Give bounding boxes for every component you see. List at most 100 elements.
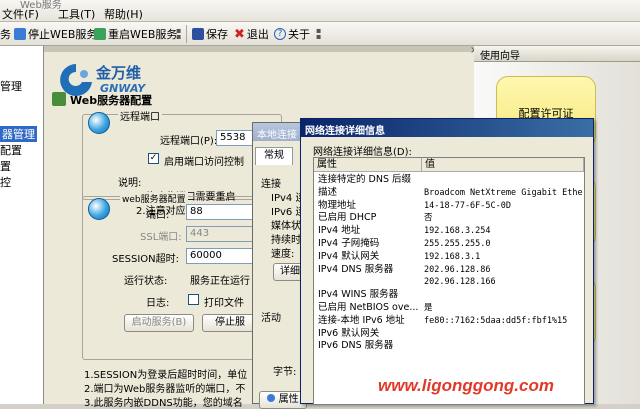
ssl-port-input[interactable]: 443 [186,226,256,242]
conn-row-media: 媒体状 [271,221,301,232]
tree-item-manage[interactable]: 管理 [0,78,22,94]
column-header-property[interactable]: 属性 [314,158,422,172]
conn-row-duration: 持续时 [271,235,301,246]
tree-item-settings[interactable]: 置 [0,158,11,174]
print-file-label: 打印文件 [204,298,244,309]
watermark-text: www.ligonggong.com [378,376,554,395]
stop-icon [14,28,26,40]
log-label: 日志: [146,298,170,309]
start-service-button[interactable]: 启动服务(B) [124,314,194,332]
details-row[interactable]: IPv4 地址 192.168.3.254 [314,225,584,237]
details-row-property: IPv6 DNS 服务器 [318,340,394,352]
footnote-1: 1.SESSION为登录后超时时间，单位 [84,370,248,381]
tree-item-config[interactable]: 配置 [0,142,22,158]
remote-section-label: 远程端口 [118,108,162,123]
details-row[interactable]: IPv6 DNS 服务器 [314,340,584,352]
session-timeout-label: SESSION超时: [112,254,180,265]
menu-help[interactable]: 帮助(H) [104,6,143,22]
details-row[interactable]: 连接特定的 DNS 后缀 [314,174,584,186]
details-row-property: IPv6 默认网关 [318,327,380,339]
details-row-property: 连接-本地 IPv6 地址 [318,314,405,326]
details-row[interactable]: IPv4 子网掩码 255.255.255.0 [314,238,584,250]
details-row-property: IPv4 子网掩码 [318,238,380,249]
details-row-property: IPv4 默认网关 [318,250,380,262]
enable-port-control-label: 启用端口访问控制 [164,157,244,168]
tree-item-server-manage[interactable]: 器管理 [0,126,37,142]
details-row-property: IPv4 WINS 服务器 [318,289,399,301]
stop-web-label: 停止WEB服务 [28,28,98,41]
globe-icon-2 [88,198,110,220]
details-row-value: 否 [424,213,433,224]
remote-port-label: 远程端口(P): [160,136,218,147]
details-row[interactable]: 已启用 DHCP 否 [314,212,584,224]
left-nav-tree: 管理 器管理 配置 置 控 [0,46,44,404]
details-row[interactable]: 202.96.128.166 [314,276,584,288]
web-config-title: Web服务器配置 [70,94,153,107]
details-row[interactable]: IPv4 DNS 服务器 202.96.128.86 [314,264,584,276]
about-button[interactable]: ? 关于 [274,26,310,42]
web-section-label: web服务器配置 [120,192,188,205]
run-status-value: 服务正在运行 [190,276,250,287]
about-label: 关于 [288,28,310,41]
toolbar-grip-2[interactable]: ▪ ▪ [316,27,322,42]
menu-tools[interactable]: 工具(T) [58,6,95,22]
connection-section-label: 连接 [261,179,281,190]
properties-label: 属性 [278,394,299,405]
details-row-property: 描述 [318,186,338,198]
exit-label: 退出 [246,28,269,41]
details-row[interactable]: 描述 Broadcom NetXtreme Gigabit Ethern [314,187,584,199]
network-details-title: 网络连接详细信息 [301,119,593,137]
details-row[interactable]: 连接-本地 IPv6 地址 fe80::7162:5daa:dd5f:fbf1%1… [314,315,584,327]
stop-service-button[interactable]: 停止服 [202,314,258,332]
guide-panel-title: 使用向导 [480,51,520,62]
restart-web-button[interactable]: 重启WEB服务 [94,26,177,42]
bytes-label: 字节: [273,367,297,378]
details-row[interactable]: 已启用 NetBIOS ove... 是 [314,302,584,314]
details-row-value: Broadcom NetXtreme Gigabit Ethern [424,187,585,198]
globe-icon [88,112,110,134]
save-button[interactable]: 保存 [192,26,228,42]
details-row-value: 14-18-77-6F-5C-0D [424,200,511,211]
port-input[interactable]: 88 [186,204,256,220]
details-row[interactable]: IPv4 默认网关 192.168.3.1 [314,251,584,263]
exit-icon: ✖ [234,26,245,42]
remote-port-input[interactable]: 5538 [216,130,256,146]
toolbar-separator [186,25,187,43]
toolbar-grip[interactable]: ▪ ▪ [176,27,182,42]
details-row-property: 物理地址 [318,199,357,211]
details-row-value: 255.255.255.0 [424,239,491,249]
config-icon [52,92,66,106]
panel-tab-strip [44,46,474,52]
print-file-checkbox[interactable] [188,294,199,305]
exit-button[interactable]: ✖ 退出 [234,26,269,42]
footnote-2: 2.端口为Web服务器监听的端口，不 [84,384,246,395]
details-row[interactable]: 物理地址 14-18-77-6F-5C-0D [314,200,584,212]
run-status-label: 运行状态: [124,276,168,287]
toolbar: 务 停止WEB服务 重启WEB服务 ▪ ▪ 保存 ✖ 退出 ? 关于 ▪ ▪ [0,22,640,46]
details-row-property: 已启用 DHCP [318,212,377,224]
tree-item-control[interactable]: 控 [0,174,11,190]
network-details-list[interactable]: 属性 值 连接特定的 DNS 后缀 描述 Broadcom NetXtreme Gi… [313,157,585,405]
guide-panel-header: 使用向导 [474,46,640,62]
session-timeout-input[interactable]: 60000 [186,248,256,264]
stop-web-button[interactable]: 停止WEB服务 [14,26,97,42]
logo-cn: 金万维 [96,64,142,82]
ssl-port-label: SSL端口: [140,232,182,243]
restart-web-label: 重启WEB服务 [108,28,178,41]
network-details-subtitle: 网络连接详细信息(D): [313,147,412,158]
details-row-property: 连接特定的 DNS 后缀 [318,174,411,185]
toolbar-fragment: 务 [0,28,11,41]
details-row[interactable]: IPv4 WINS 服务器 [314,289,584,301]
details-row-value: fe80::7162:5daa:dd5f:fbf1%15 [424,315,568,326]
menu-file[interactable]: 文件(F) [2,6,39,22]
local-connection-tab[interactable]: 常规 [255,147,293,165]
details-row-property: 已启用 NetBIOS ove... [318,302,419,313]
network-details-dialog: 网络连接详细信息 网络连接详细信息(D): 属性 值 连接特定的 DNS 后缀描… [300,118,594,405]
note-title: 说明: [118,178,142,189]
details-row[interactable]: IPv6 默认网关 [314,328,584,340]
save-label: 保存 [206,28,228,41]
details-row-property: IPv4 DNS 服务器 [318,263,394,275]
column-header-value[interactable]: 值 [422,158,584,172]
enable-port-control-checkbox[interactable]: ✓ [148,153,159,164]
details-row-value: 是 [424,303,433,313]
